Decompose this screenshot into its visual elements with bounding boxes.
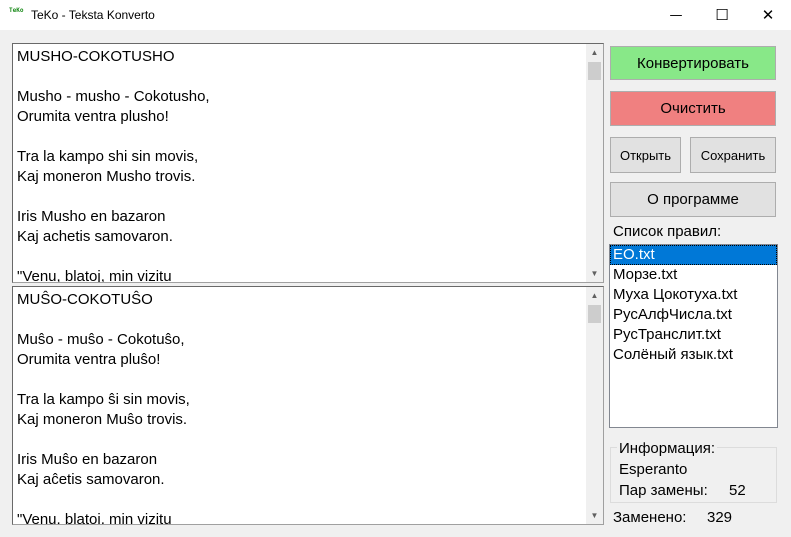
save-button[interactable]: Сохранить	[690, 137, 776, 173]
close-button[interactable]: ✕	[745, 0, 791, 30]
source-textbox[interactable]: MUSHO-COKOTUSHO Musho - musho - Cokotush…	[12, 43, 604, 283]
app-icon-text: TeKo	[9, 7, 24, 14]
result-text[interactable]: MUŜO-COKOTUŜO Muŝo - muŝo - Cokotuŝo, Or…	[17, 290, 583, 524]
close-icon: ✕	[761, 6, 775, 24]
rule-item-rus-alf-chisla[interactable]: РусАлфЧисла.txt	[610, 305, 777, 325]
app-icon: TeKo	[9, 7, 25, 23]
rule-item-solyony[interactable]: Солёный язык.txt	[610, 345, 777, 365]
minimize-button[interactable]: —	[653, 0, 699, 30]
maximize-icon: ☐	[715, 6, 729, 24]
rule-item-morse[interactable]: Морзе.txt	[610, 265, 777, 285]
minimize-icon: —	[669, 7, 683, 23]
source-scrollbar[interactable]: ▲ ▼	[586, 44, 603, 282]
clear-button[interactable]: Очистить	[610, 91, 776, 126]
maximize-button[interactable]: ☐	[699, 0, 745, 30]
rule-item-mukha[interactable]: Муха Цокотуха.txt	[610, 285, 777, 305]
result-scrollbar[interactable]: ▲ ▼	[586, 287, 603, 524]
rules-label: Список правил:	[613, 223, 722, 240]
scroll-up-arrow-icon[interactable]: ▲	[586, 44, 603, 61]
scroll-down-arrow-icon[interactable]: ▼	[586, 507, 603, 524]
result-textbox[interactable]: MUŜO-COKOTUŜO Muŝo - muŝo - Cokotuŝo, Or…	[12, 286, 604, 525]
scroll-thumb[interactable]	[588, 305, 601, 323]
pairs-label: Пар замены:	[619, 482, 708, 499]
source-text[interactable]: MUSHO-COKOTUSHO Musho - musho - Cokotush…	[17, 47, 583, 282]
info-language: Esperanto	[619, 461, 688, 478]
convert-button[interactable]: Конвертировать	[610, 46, 776, 80]
scroll-up-arrow-icon[interactable]: ▲	[586, 287, 603, 304]
open-button[interactable]: Открыть	[610, 137, 681, 173]
info-title: Информация:	[617, 440, 718, 457]
rules-listbox[interactable]: EO.txt Морзе.txt Муха Цокотуха.txt РусАл…	[609, 244, 778, 428]
rule-item-eo[interactable]: EO.txt	[610, 245, 777, 265]
replaced-value: 329	[707, 509, 733, 526]
scroll-thumb[interactable]	[588, 62, 601, 80]
scroll-down-arrow-icon[interactable]: ▼	[586, 265, 603, 282]
title-bar: TeKo TeKo - Teksta Konverto — ☐ ✕	[0, 0, 791, 30]
pairs-value: 52	[729, 482, 746, 499]
replaced-label: Заменено:	[613, 509, 687, 526]
rule-item-rus-translit[interactable]: РусТранслит.txt	[610, 325, 777, 345]
window-title: TeKo - Teksta Konverto	[31, 8, 155, 22]
about-button[interactable]: О программе	[610, 182, 776, 217]
